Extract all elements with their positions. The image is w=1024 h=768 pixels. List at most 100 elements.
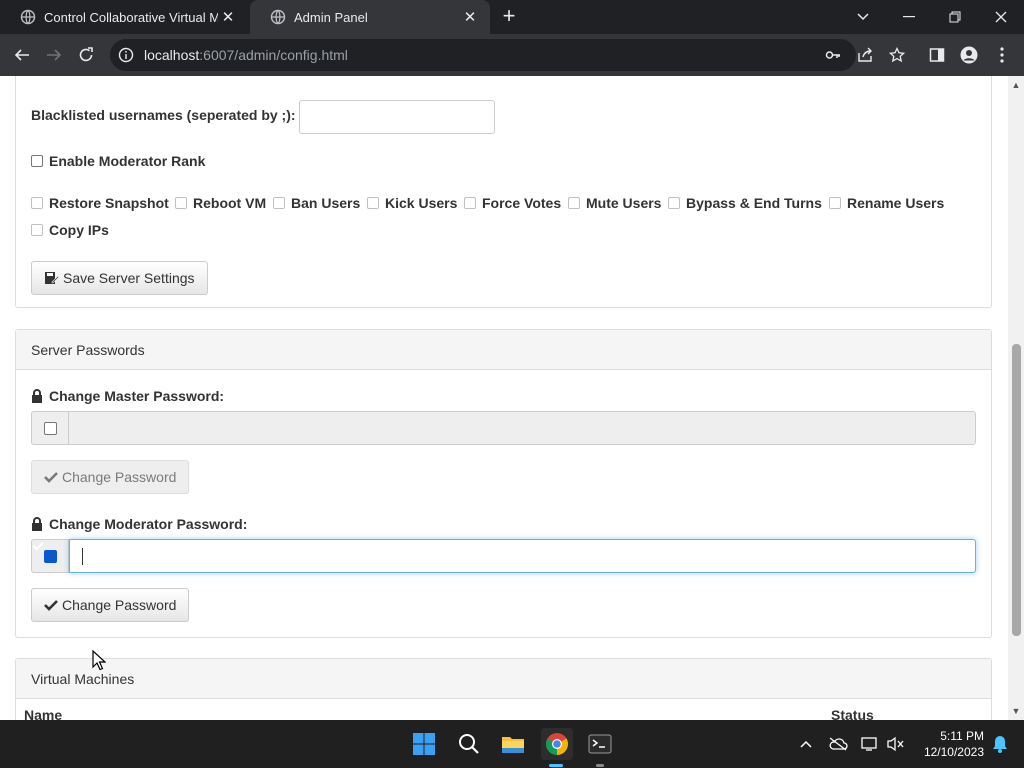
change-mod-password-button[interactable]: Change Password bbox=[31, 588, 190, 622]
perm-mute-users[interactable]: Mute Users bbox=[568, 195, 661, 211]
lock-icon bbox=[32, 517, 42, 531]
master-password-group bbox=[31, 411, 976, 445]
network-icon[interactable] bbox=[858, 732, 882, 756]
server-settings-panel: Blacklisted usernames (seperated by ;): … bbox=[15, 76, 992, 308]
bookmark-star-icon[interactable] bbox=[884, 42, 910, 68]
enable-moderator-checkbox[interactable] bbox=[31, 155, 43, 167]
address-bar[interactable]: localhost:6007/admin/config.html bbox=[110, 39, 856, 71]
perm-checkbox[interactable] bbox=[367, 197, 379, 209]
scroll-down-arrow-icon[interactable]: ▼ bbox=[1011, 706, 1021, 716]
perm-checkbox[interactable] bbox=[668, 197, 680, 209]
master-password-enable-checkbox[interactable] bbox=[43, 421, 57, 435]
tab-admin-panel[interactable]: Admin Panel ✕ bbox=[250, 0, 490, 34]
perm-force-votes[interactable]: Force Votes bbox=[464, 195, 561, 211]
close-tab-icon[interactable]: ✕ bbox=[218, 8, 238, 26]
url-text: localhost:6007/admin/config.html bbox=[144, 47, 348, 63]
perm-bypass-end-turns[interactable]: Bypass & End Turns bbox=[668, 195, 822, 211]
perm-label: Restore Snapshot bbox=[49, 195, 169, 211]
clock-time: 5:11 PM bbox=[940, 729, 984, 743]
perm-checkbox[interactable] bbox=[31, 197, 43, 209]
reload-button[interactable] bbox=[73, 42, 99, 68]
mod-password-enable-checkbox[interactable] bbox=[43, 549, 57, 563]
profile-icon[interactable] bbox=[956, 42, 982, 68]
perm-rename-users[interactable]: Rename Users bbox=[829, 195, 944, 211]
restore-button[interactable] bbox=[932, 0, 978, 34]
share-icon[interactable] bbox=[852, 42, 878, 68]
minimize-button[interactable] bbox=[886, 0, 932, 34]
blacklist-input[interactable] bbox=[299, 100, 495, 134]
perm-checkbox[interactable] bbox=[568, 197, 580, 209]
enable-moderator-label: Enable Moderator Rank bbox=[49, 153, 206, 169]
site-info-icon[interactable] bbox=[118, 47, 134, 63]
perm-label: Copy IPs bbox=[49, 222, 109, 238]
perm-label: Rename Users bbox=[847, 195, 945, 211]
close-window-button[interactable] bbox=[978, 0, 1024, 34]
perm-label: Mute Users bbox=[586, 195, 662, 211]
notifications-bell-icon[interactable] bbox=[988, 732, 1012, 756]
save-edit-icon bbox=[45, 272, 59, 284]
perm-kick-users[interactable]: Kick Users bbox=[367, 195, 457, 211]
globe-icon bbox=[270, 9, 286, 25]
perm-reboot-vm[interactable]: Reboot VM bbox=[175, 195, 266, 211]
check-icon bbox=[44, 600, 58, 611]
mod-password-group bbox=[31, 539, 976, 573]
master-password-label: Change Master Password: bbox=[49, 388, 225, 404]
file-explorer-icon[interactable] bbox=[497, 728, 529, 760]
master-password-toggle-addon[interactable] bbox=[31, 411, 69, 445]
mod-password-toggle-addon[interactable] bbox=[31, 539, 69, 573]
onedrive-offline-icon[interactable] bbox=[826, 732, 850, 756]
server-passwords-panel: Server Passwords Change Master Password:… bbox=[15, 329, 992, 638]
tab-title: Control Collaborative Virtual Ma bbox=[44, 9, 218, 25]
windows-start-icon[interactable] bbox=[408, 728, 440, 760]
mod-password-label-row: Change Moderator Password: bbox=[31, 516, 247, 532]
perm-ban-users[interactable]: Ban Users bbox=[273, 195, 360, 211]
forward-button[interactable] bbox=[41, 42, 67, 68]
chrome-icon[interactable] bbox=[541, 728, 573, 760]
active-app-indicator bbox=[549, 764, 563, 767]
back-button[interactable] bbox=[9, 42, 35, 68]
show-hidden-icons-chevron-icon[interactable] bbox=[794, 732, 818, 756]
master-password-label-row: Change Master Password: bbox=[31, 388, 224, 404]
enable-moderator-checkbox-row[interactable]: Enable Moderator Rank bbox=[31, 153, 205, 169]
system-clock[interactable]: 5:11 PM 12/10/2023 bbox=[914, 728, 984, 760]
master-password-input[interactable] bbox=[69, 411, 976, 445]
column-header-name[interactable]: Name bbox=[24, 707, 62, 720]
text-caret bbox=[82, 548, 83, 565]
button-label: Change Password bbox=[62, 597, 177, 613]
scrollbar-thumb[interactable] bbox=[1012, 344, 1021, 636]
volume-muted-icon[interactable] bbox=[884, 732, 908, 756]
search-icon[interactable] bbox=[453, 728, 485, 760]
perm-label: Force Votes bbox=[482, 195, 562, 211]
save-server-settings-button[interactable]: Save Server Settings bbox=[31, 261, 208, 295]
perm-checkbox[interactable] bbox=[31, 224, 43, 236]
more-menu-icon[interactable] bbox=[989, 42, 1015, 68]
perm-copy-ips[interactable]: Copy IPs bbox=[31, 222, 109, 238]
side-panel-icon[interactable] bbox=[924, 42, 950, 68]
perm-label: Bypass & End Turns bbox=[686, 195, 822, 211]
page-viewport: Blacklisted usernames (seperated by ;): … bbox=[0, 76, 1008, 720]
panel-heading: Virtual Machines bbox=[16, 659, 991, 699]
mod-password-input[interactable] bbox=[69, 539, 976, 573]
perm-label: Kick Users bbox=[385, 195, 458, 211]
clock-date: 12/10/2023 bbox=[923, 745, 984, 759]
button-label: Save Server Settings bbox=[63, 270, 195, 286]
perm-checkbox[interactable] bbox=[273, 197, 285, 209]
perm-checkbox[interactable] bbox=[829, 197, 841, 209]
browser-toolbar: localhost:6007/admin/config.html bbox=[0, 34, 1024, 76]
close-tab-icon[interactable]: ✕ bbox=[460, 8, 480, 26]
windows-taskbar: 5:11 PM 12/10/2023 bbox=[0, 720, 1024, 768]
tab-search-chevron-icon[interactable] bbox=[840, 0, 886, 34]
running-app-indicator bbox=[596, 764, 604, 767]
change-master-password-button[interactable]: Change Password bbox=[31, 460, 190, 494]
page-scrollbar[interactable]: ▲ ▼ bbox=[1008, 76, 1024, 720]
terminal-icon[interactable] bbox=[584, 728, 616, 760]
perm-checkbox[interactable] bbox=[464, 197, 476, 209]
scroll-up-arrow-icon[interactable]: ▲ bbox=[1011, 80, 1021, 90]
tab-control-collaborative[interactable]: Control Collaborative Virtual Ma ✕ bbox=[0, 0, 248, 34]
perm-checkbox[interactable] bbox=[175, 197, 187, 209]
perm-restore-snapshot[interactable]: Restore Snapshot bbox=[31, 195, 169, 211]
new-tab-button[interactable]: + bbox=[498, 5, 520, 28]
blacklist-label: Blacklisted usernames (seperated by ;): bbox=[31, 107, 296, 123]
key-icon[interactable] bbox=[820, 42, 846, 68]
column-header-status[interactable]: Status bbox=[831, 707, 874, 720]
